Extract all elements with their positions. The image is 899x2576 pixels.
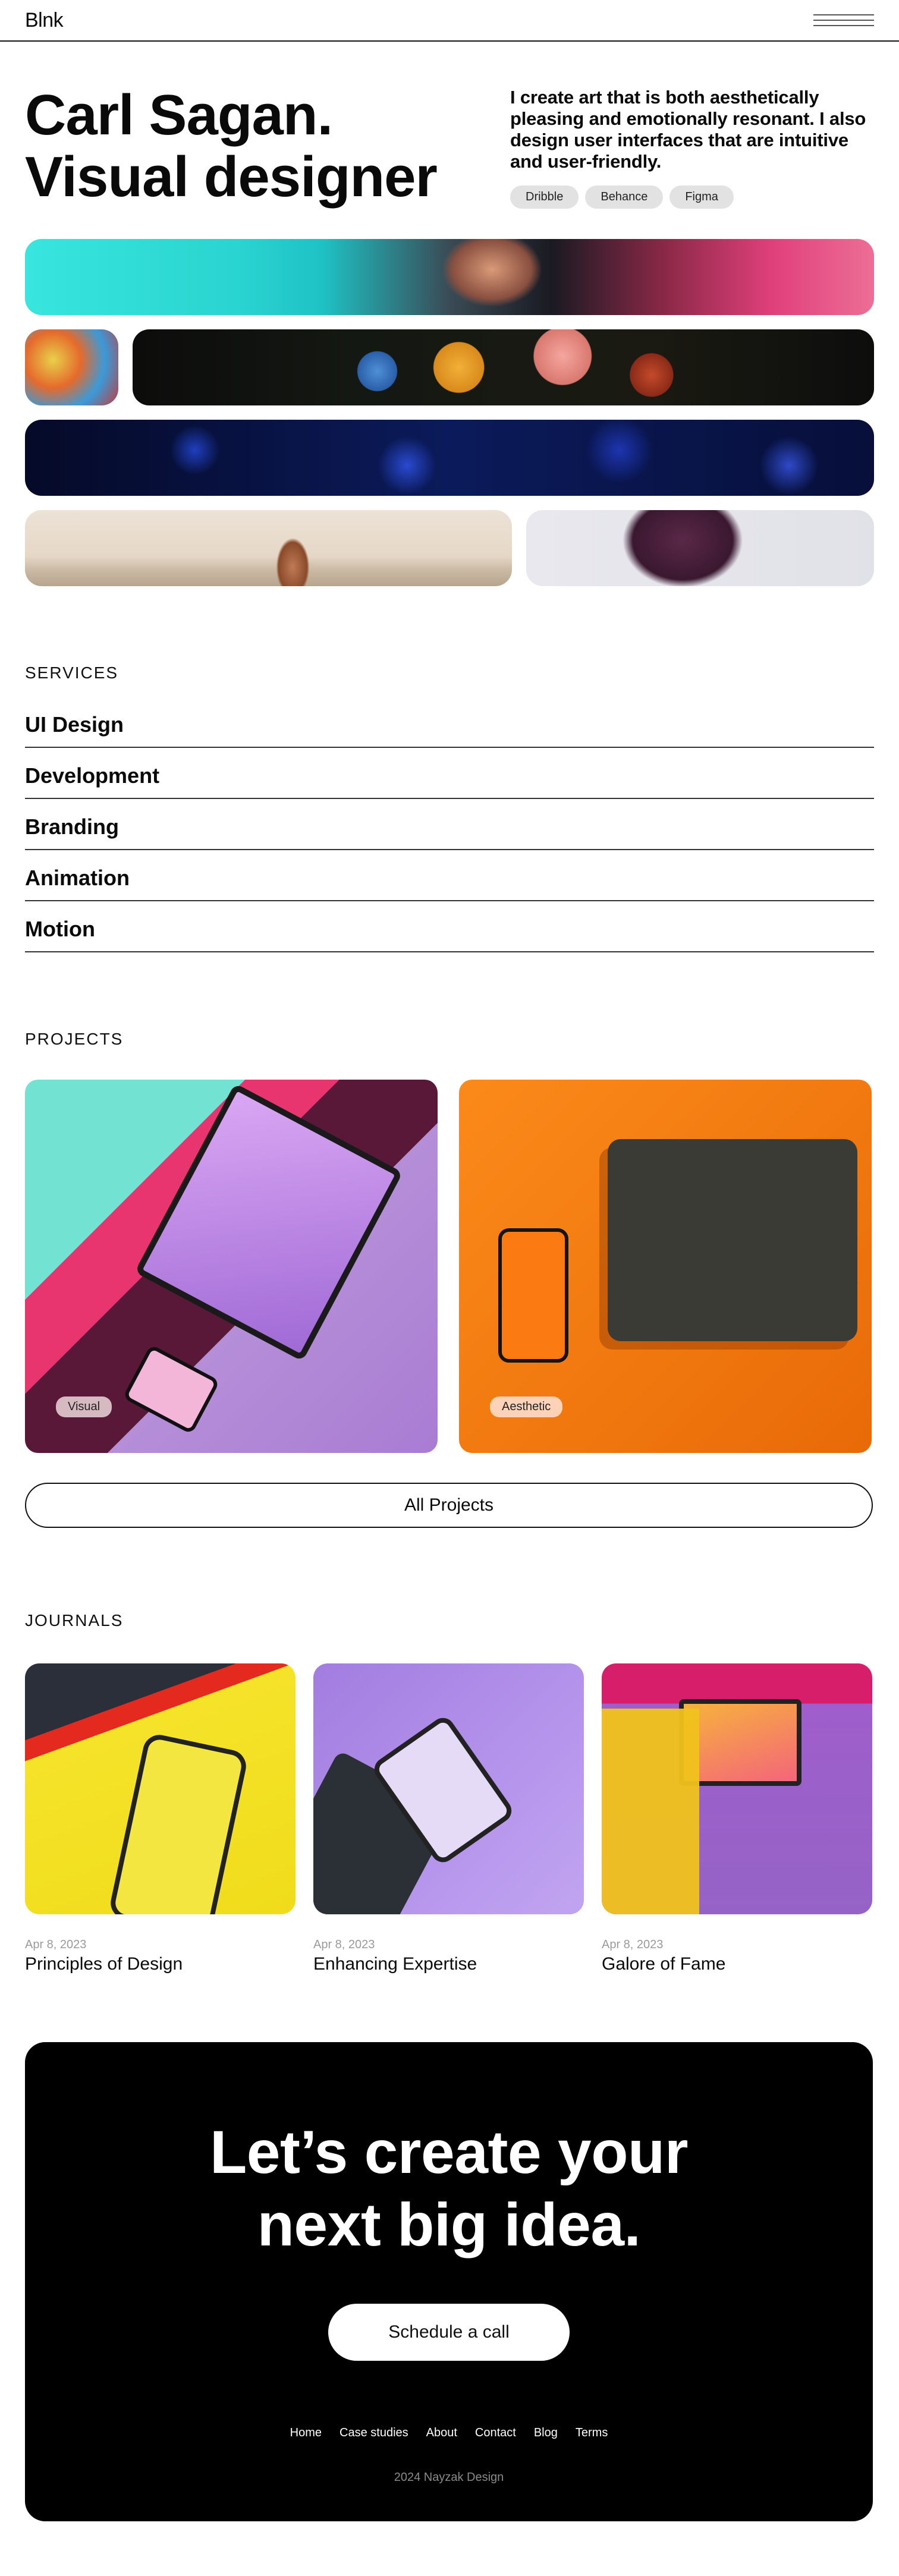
services-section: SERVICES UI Design Development Branding … (0, 663, 899, 952)
social-pills: Dribble Behance Figma (510, 185, 874, 209)
schedule-call-button[interactable]: Schedule a call (328, 2304, 570, 2361)
footer-link-about[interactable]: About (426, 2426, 457, 2440)
journal-image (313, 1663, 584, 1914)
journals-grid: Apr 8, 2023 Principles of Design Apr 8, … (0, 1663, 899, 1974)
hero-description: I create art that is both aesthetically … (510, 87, 866, 172)
gallery-image-abstract-paint (25, 329, 119, 405)
pill-behance[interactable]: Behance (585, 185, 664, 209)
gallery-image-woman-beach (25, 510, 512, 586)
journal-title[interactable]: Enhancing Expertise (313, 1954, 584, 1974)
journal-card[interactable]: Apr 8, 2023 Principles of Design (25, 1663, 296, 1974)
project-card-visual[interactable]: Visual (25, 1080, 438, 1453)
project-card-aesthetic[interactable]: Aesthetic (459, 1080, 872, 1453)
image-gallery (0, 239, 899, 586)
service-item-development[interactable]: Development (25, 748, 874, 799)
hero: Carl Sagan. Visual designer I create art… (0, 42, 899, 239)
project-tag: Aesthetic (490, 1396, 563, 1417)
journals-section: JOURNALS Apr 8, 2023 Principles of Desig… (0, 1611, 899, 1974)
hamburger-menu-icon[interactable] (813, 12, 874, 28)
journal-title[interactable]: Principles of Design (25, 1954, 296, 1974)
gallery-image-flowers (133, 329, 874, 405)
pill-dribble[interactable]: Dribble (510, 185, 579, 209)
service-item-motion[interactable]: Motion (25, 901, 874, 952)
services-list: UI Design Development Branding Animation… (0, 706, 899, 952)
cta-footer: Let’s create your next big idea. Schedul… (25, 2042, 873, 2521)
service-item-ui-design[interactable]: UI Design (25, 706, 874, 748)
footer-link-terms[interactable]: Terms (576, 2426, 608, 2440)
footer-link-contact[interactable]: Contact (475, 2426, 516, 2440)
journal-card[interactable]: Apr 8, 2023 Enhancing Expertise (313, 1663, 584, 1974)
projects-label: PROJECTS (25, 1030, 124, 1048)
copyright: 2024 Nayzak Design (394, 2471, 504, 2484)
journal-date: Apr 8, 2023 (602, 1938, 664, 1951)
projects-grid: Visual Aesthetic (0, 1080, 899, 1453)
journals-label: JOURNALS (25, 1611, 124, 1630)
logo[interactable]: Blnk (25, 9, 64, 32)
journal-title[interactable]: Galore of Fame (602, 1954, 872, 1974)
footer-link-case-studies[interactable]: Case studies (340, 2426, 408, 2440)
service-item-branding[interactable]: Branding (25, 799, 874, 850)
footer-nav: Home Case studies About Contact Blog Ter… (290, 2426, 608, 2440)
pill-figma[interactable]: Figma (669, 185, 734, 209)
project-tag: Visual (56, 1396, 112, 1417)
hero-title: Carl Sagan. Visual designer (25, 83, 438, 209)
gallery-image-blue-leaves (25, 420, 874, 496)
hero-intro: I create art that is both aesthetically … (510, 84, 874, 239)
journal-image (25, 1663, 296, 1914)
services-label: SERVICES (25, 663, 119, 682)
journal-card[interactable]: Apr 8, 2023 Galore of Fame (602, 1663, 872, 1974)
service-item-animation[interactable]: Animation (25, 850, 874, 901)
gallery-image-portrait-neon (25, 239, 874, 315)
site-header: Blnk (0, 0, 899, 42)
projects-section: PROJECTS Visual Aesthetic All Projects (0, 1030, 899, 1528)
journal-image (602, 1663, 872, 1914)
all-projects-button[interactable]: All Projects (25, 1483, 873, 1528)
bottom-spacer (0, 2521, 899, 2549)
footer-link-home[interactable]: Home (290, 2426, 322, 2440)
journal-date: Apr 8, 2023 (25, 1938, 87, 1951)
footer-link-blog[interactable]: Blog (534, 2426, 558, 2440)
gallery-image-purple-figure (526, 510, 874, 586)
cta-title: Let’s create your next big idea. (209, 2118, 689, 2259)
journal-date: Apr 8, 2023 (313, 1938, 375, 1951)
